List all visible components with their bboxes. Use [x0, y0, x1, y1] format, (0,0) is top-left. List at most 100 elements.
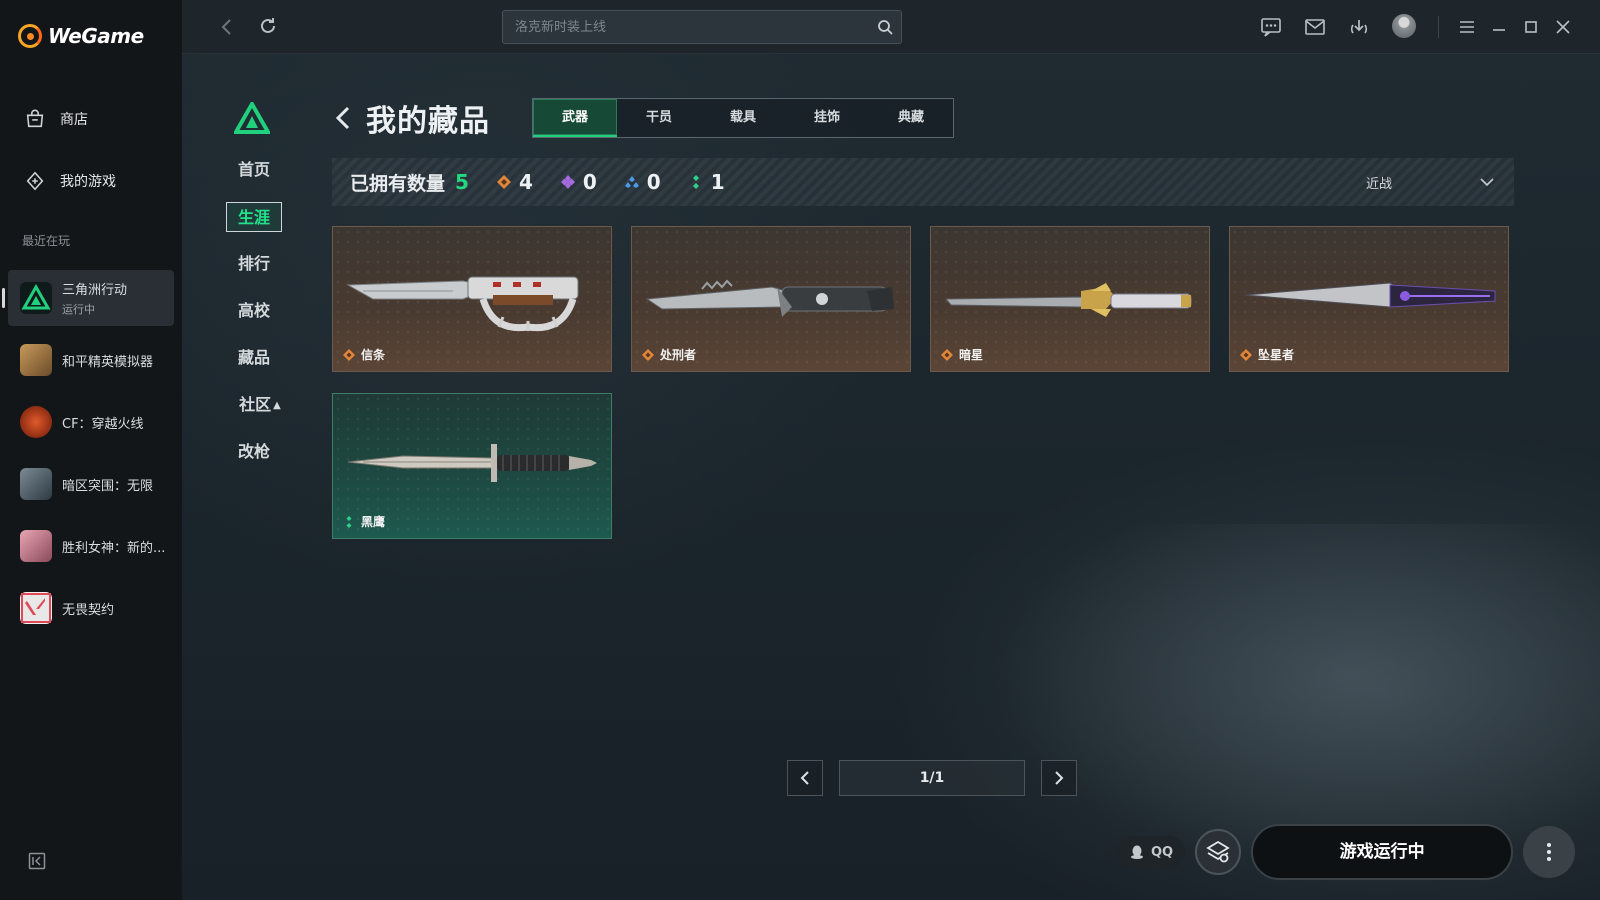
collection-tabs: 武器 干员 载具 挂饰 典藏	[532, 98, 954, 138]
collection-item-card[interactable]: 黑鹰	[332, 393, 612, 539]
top-bar	[182, 0, 1600, 54]
recent-game-valorant[interactable]: 无畏契约	[8, 580, 174, 636]
recent-game-arena-breakout[interactable]: 暗区突围：无限	[8, 456, 174, 512]
item-label: 处刑者	[642, 346, 696, 363]
refresh-icon[interactable]	[258, 16, 278, 36]
chat-icon[interactable]	[1260, 16, 1282, 38]
game-nav-community-label: 社区	[239, 395, 272, 414]
search-input[interactable]	[503, 11, 863, 43]
recent-game-name: 和平精英模拟器	[62, 354, 154, 370]
page-indicator: 1/1	[839, 760, 1025, 796]
minimize-icon[interactable]	[1490, 18, 1508, 36]
knife-black-hawk-image	[347, 444, 597, 482]
recent-game-peace-elite[interactable]: 和平精英模拟器	[8, 332, 174, 388]
knife-dark-star-image	[944, 283, 1192, 317]
nav-item-my-games[interactable]: 我的游戏	[24, 170, 116, 192]
layers-icon	[1206, 840, 1230, 863]
green-rarity-icon	[346, 515, 352, 528]
recent-game-status: 运行中	[62, 303, 95, 316]
nav-item-my-games-label: 我的游戏	[60, 174, 116, 190]
green-rarity-icon	[692, 175, 699, 189]
item-name: 信条	[361, 348, 386, 362]
next-page-button[interactable]	[1041, 760, 1077, 796]
arena-breakout-game-icon	[20, 468, 52, 500]
game-running-button[interactable]: 游戏运行中	[1251, 824, 1514, 880]
delta-force-logo-icon[interactable]	[234, 102, 270, 134]
download-icon[interactable]	[1348, 16, 1370, 38]
rarity-count-value: 1	[710, 170, 725, 194]
rarity-count-value: 0	[646, 170, 661, 194]
tab-weapons[interactable]: 武器	[533, 99, 617, 137]
game-nav-collection[interactable]: 藏品	[226, 343, 282, 373]
orange-rarity-icon	[941, 348, 953, 361]
page-title: 我的藏品	[366, 104, 490, 139]
game-nav-ranking[interactable]: 排行	[226, 249, 282, 279]
recent-games-title: 最近在玩	[22, 234, 71, 248]
collection-item-card[interactable]: 坠星者	[1229, 226, 1509, 372]
wegame-logo-icon	[18, 24, 42, 48]
category-filter-value: 近战	[1366, 176, 1393, 192]
collection-item-card[interactable]: 信条	[332, 226, 612, 372]
item-name: 坠星者	[1258, 348, 1295, 362]
category-filter-select[interactable]: 近战	[1366, 158, 1496, 206]
mail-icon[interactable]	[1304, 17, 1326, 37]
nav-item-shop[interactable]: 商店	[24, 108, 88, 130]
game-content-area: 首页 生涯 排行 高校 藏品 社区 ▲ 改枪 我的藏品 武器 干员 载具 挂饰 典…	[182, 54, 1600, 900]
wegame-sidebar: WeGame 商店 我的游戏 最近在玩 三角洲行动 运行中 和平精英模拟器 CF…	[0, 0, 182, 900]
game-nav-career[interactable]: 生涯	[226, 202, 282, 232]
maximize-icon[interactable]	[1522, 18, 1540, 36]
wegame-brand-text: WeGame	[48, 24, 144, 48]
collection-item-card[interactable]: 处刑者	[631, 226, 911, 372]
rarity-count-blue: 0	[624, 170, 661, 194]
rarity-count-green: 1	[689, 170, 725, 194]
prev-page-button[interactable]	[787, 760, 823, 796]
collapse-sidebar-icon[interactable]	[28, 852, 46, 870]
recent-game-name: 胜利女神：新的...	[62, 540, 166, 556]
game-nav-home[interactable]: 首页	[226, 155, 282, 185]
topbar-divider	[1438, 16, 1439, 38]
item-label: 黑鹰	[343, 513, 385, 530]
rarity-count-orange: 4	[496, 170, 533, 194]
tab-operators[interactable]: 干员	[617, 99, 701, 137]
recent-game-delta-force[interactable]: 三角洲行动 运行中	[2, 270, 174, 326]
recent-game-name: 暗区突围：无限	[62, 478, 154, 494]
game-nav-community[interactable]: 社区 ▲	[228, 390, 292, 420]
orange-rarity-icon	[343, 348, 355, 361]
game-nav-university[interactable]: 高校	[226, 296, 282, 326]
item-name: 黑鹰	[361, 515, 386, 529]
qq-label: QQ	[1151, 844, 1174, 860]
orange-rarity-icon	[642, 348, 654, 361]
tab-charms[interactable]: 挂饰	[785, 99, 869, 137]
more-vertical-icon	[1547, 843, 1552, 861]
launch-bar: QQ 游戏运行中	[1117, 824, 1576, 880]
recent-game-nikke[interactable]: 胜利女神：新的...	[8, 518, 174, 574]
collection-item-card[interactable]: 暗星	[930, 226, 1210, 372]
menu-icon[interactable]	[1458, 18, 1476, 36]
rarity-count-purple: 0	[560, 170, 597, 194]
search-icon[interactable]	[877, 19, 893, 35]
controller-icon	[26, 171, 44, 191]
more-options-button[interactable]	[1523, 826, 1576, 878]
back-arrow-icon[interactable]	[332, 104, 356, 132]
back-nav-icon[interactable]	[218, 17, 236, 37]
game-nav-gunsmith[interactable]: 改枪	[226, 437, 282, 467]
page-header: 我的藏品	[332, 96, 490, 140]
knife-star-faller-image	[1244, 282, 1496, 308]
chevron-down-icon	[1480, 178, 1494, 187]
crossfire-game-icon	[20, 406, 52, 438]
purple-rarity-icon	[560, 175, 575, 189]
qq-penguin-icon	[1131, 845, 1143, 859]
caret-up-icon: ▲	[273, 399, 281, 411]
tab-vehicles[interactable]: 载具	[701, 99, 785, 137]
recent-game-name: 无畏契约	[62, 602, 115, 618]
tab-classics[interactable]: 典藏	[869, 99, 953, 137]
close-icon[interactable]	[1554, 18, 1572, 36]
owned-count: 5	[455, 170, 469, 194]
user-avatar[interactable]	[1392, 14, 1416, 38]
nikke-game-icon	[20, 530, 52, 562]
overlay-button[interactable]	[1195, 829, 1242, 875]
qq-login-pill[interactable]: QQ	[1117, 836, 1186, 868]
item-label: 坠星者	[1240, 346, 1294, 363]
recent-game-crossfire[interactable]: CF：穿越火线	[8, 394, 174, 450]
wegame-logo[interactable]: WeGame	[18, 24, 144, 48]
